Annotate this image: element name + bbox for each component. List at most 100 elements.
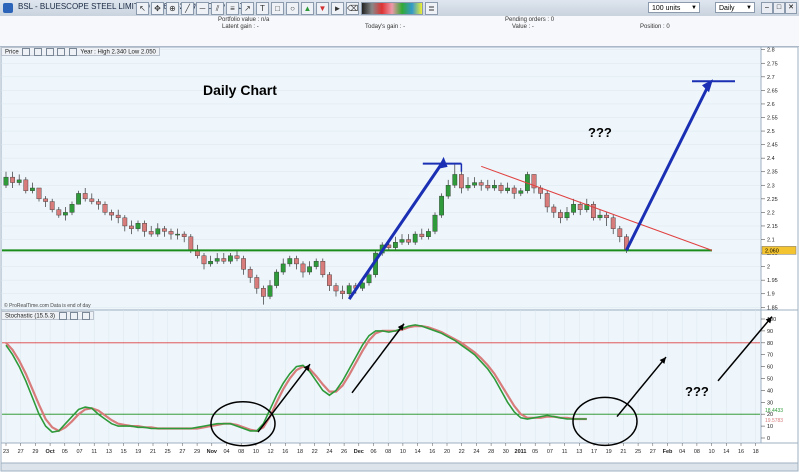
candle-up — [564, 212, 570, 219]
candle-up — [30, 187, 35, 191]
candle-up — [313, 260, 319, 267]
price-tick-label: 1.9 — [767, 292, 775, 298]
candle-up — [274, 271, 279, 286]
candle-down — [142, 223, 147, 232]
candle-up — [366, 274, 372, 284]
candle-up — [597, 214, 603, 219]
date-tick-label: 19 — [135, 449, 141, 455]
candle-up — [3, 176, 9, 186]
candle-down — [333, 285, 339, 292]
date-tick-label: 22 — [312, 449, 318, 455]
panel-settings-icon[interactable] — [58, 312, 67, 320]
candle-down — [161, 228, 167, 232]
date-tick-label: 04 — [679, 449, 685, 455]
panel-settings-icon[interactable] — [22, 48, 31, 56]
stoch-panel-header: Stochastic (15.5.3) — [1, 311, 95, 320]
date-tick-label: 14 — [723, 449, 729, 455]
candle-down — [36, 187, 42, 200]
candle-down — [43, 198, 49, 202]
price-tick-label: 2.3 — [767, 183, 775, 189]
price-tick-label: 2.15 — [767, 224, 778, 230]
candle-up — [287, 258, 293, 265]
candle-down — [544, 193, 550, 208]
date-tick-label: 21 — [620, 449, 626, 455]
stoch-tick-label: 10 — [767, 424, 773, 430]
candle-down — [10, 176, 15, 183]
stoch-tick-label: 30 — [767, 400, 773, 406]
candle-down — [485, 185, 491, 189]
candle-down — [459, 174, 464, 189]
price-tick-label: 2.45 — [767, 143, 778, 149]
candle-down — [82, 193, 88, 200]
stoch-question-annotation: ??? — [685, 384, 709, 399]
date-tick-label: 18 — [297, 449, 303, 455]
price-plot-area — [0, 46, 762, 311]
candle-up — [227, 255, 233, 262]
date-tick-label: 30 — [503, 449, 509, 455]
price-question-annotation: ??? — [588, 125, 612, 140]
stoch-tick-label: 70 — [767, 353, 773, 359]
panel-add-icon[interactable] — [57, 48, 66, 56]
date-tick-label: 07 — [547, 449, 553, 455]
candle-up — [76, 193, 82, 205]
candle-down — [617, 228, 623, 237]
date-tick-label: 27 — [650, 449, 656, 455]
data-credit: © ProRealTime.com Data is end of day — [4, 302, 91, 309]
candle-up — [472, 182, 477, 186]
price-tick-label: 1.95 — [767, 278, 778, 284]
date-tick-label: 28 — [488, 449, 494, 455]
panel-zoom-icon[interactable] — [45, 48, 54, 56]
price-tick-label: 2.5 — [767, 129, 775, 135]
date-tick-label: 15 — [121, 449, 127, 455]
date-tick-label: 05 — [532, 449, 538, 455]
candle-down — [181, 233, 187, 237]
candle-up — [208, 260, 213, 265]
candle-up — [393, 242, 398, 248]
candle-down — [148, 231, 154, 235]
stoch-tick-label: 0 — [767, 436, 770, 442]
panel-minimize-icon[interactable] — [70, 312, 79, 320]
chart-canvas: 1.851.91.9522.052.12.152.22.252.32.352.4… — [0, 46, 799, 472]
date-tick-label: 04 — [223, 449, 229, 455]
candle-down — [201, 255, 207, 265]
date-tick-label: 13 — [576, 449, 582, 455]
panel-close-icon[interactable] — [82, 312, 91, 320]
price-tick-label: 2.55 — [767, 115, 778, 121]
date-tick-label: 29 — [32, 449, 38, 455]
price-tick-label: 2.7 — [767, 75, 775, 81]
candle-down — [610, 217, 616, 229]
stoch-tick-label: 40 — [767, 388, 773, 394]
candle-up — [505, 187, 510, 191]
candle-up — [69, 204, 75, 213]
candle-down — [320, 260, 326, 275]
price-tick-label: 2.25 — [767, 197, 778, 203]
candle-up — [439, 195, 444, 216]
candle-down — [23, 179, 29, 191]
scrollbar[interactable] — [0, 462, 799, 472]
candle-up — [346, 285, 352, 294]
candle-up — [426, 231, 431, 237]
date-tick-label: 08 — [238, 449, 244, 455]
candle-down — [498, 185, 504, 191]
date-tick-label: 07 — [76, 449, 82, 455]
stoch-tick-label: 50 — [767, 377, 773, 383]
candle-down — [128, 225, 134, 229]
panel-minimize-icon[interactable] — [34, 48, 43, 56]
price-tick-label: 2.65 — [767, 88, 778, 94]
date-tick-label: 25 — [635, 449, 641, 455]
price-tick-label: 2.4 — [767, 156, 775, 162]
candle-down — [300, 263, 306, 273]
candle-down — [234, 255, 240, 259]
price-tick-label: 2.2 — [767, 210, 775, 216]
candle-up — [445, 185, 451, 197]
stoch-k-value: 18.4433 — [765, 408, 783, 414]
date-tick-label: 08 — [385, 449, 391, 455]
candle-up — [214, 258, 220, 262]
price-tick-label: 2.75 — [767, 61, 778, 67]
panel-close-icon[interactable] — [69, 48, 78, 56]
candle-up — [175, 233, 180, 236]
candle-up — [307, 266, 312, 273]
date-tick-label: Nov — [207, 449, 218, 455]
candle-down — [558, 212, 563, 219]
date-tick-label: 18 — [753, 449, 759, 455]
